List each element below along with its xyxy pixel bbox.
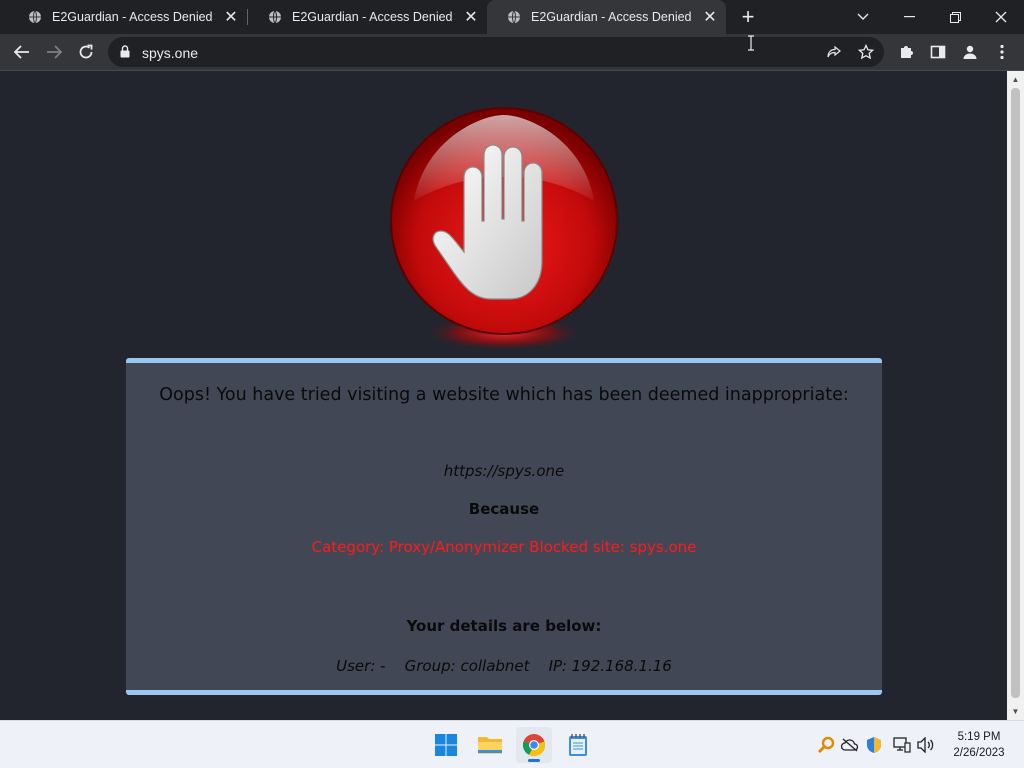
- chevron-down-icon: [857, 13, 869, 20]
- blocked-url: https://spys.one: [443, 462, 565, 480]
- globe-icon: [29, 10, 41, 24]
- network-tray-button[interactable]: [892, 735, 912, 755]
- browser-toolbar: spys.one: [0, 34, 1024, 71]
- search-magnifier-icon: [817, 736, 835, 754]
- bookmark-button[interactable]: [852, 38, 880, 66]
- extensions-button[interactable]: [892, 38, 920, 66]
- block-reason: Category: Proxy/Anonymizer Blocked site:…: [311, 538, 697, 556]
- volume-tray-button[interactable]: [916, 735, 936, 755]
- taskbar: 5:19 PM 2/26/2023: [0, 720, 1024, 768]
- notepad-icon: [569, 734, 587, 756]
- tab-2[interactable]: E2Guardian - Access Denied ✕: [248, 0, 487, 34]
- close-window-button[interactable]: [978, 0, 1024, 34]
- address-text[interactable]: spys.one: [142, 45, 198, 61]
- forward-arrow-icon: [47, 45, 62, 59]
- stop-hand-icon: [390, 107, 618, 351]
- chrome-icon: [522, 734, 546, 757]
- globe-icon: [269, 10, 281, 24]
- scroll-up-arrow-icon[interactable]: ▲: [1007, 71, 1024, 88]
- notepad-button[interactable]: [560, 727, 596, 763]
- denied-headline: Oops! You have tried visiting a website …: [159, 385, 849, 405]
- volume-icon: [917, 737, 934, 753]
- profile-icon: [963, 45, 977, 59]
- file-explorer-icon: [478, 737, 502, 754]
- lock-icon[interactable]: [120, 45, 130, 58]
- network-icon: [893, 737, 911, 753]
- close-icon: [995, 11, 1007, 23]
- clock-date: 2/26/2023: [953, 747, 1005, 759]
- text-cursor-icon: [748, 35, 754, 51]
- start-button[interactable]: [428, 727, 464, 763]
- forward-button[interactable]: [40, 38, 68, 66]
- side-panel-button[interactable]: [924, 38, 952, 66]
- back-arrow-icon: [14, 45, 29, 59]
- cloud-offline-icon: [841, 738, 859, 752]
- back-button[interactable]: [8, 38, 36, 66]
- close-tab-icon[interactable]: ✕: [221, 7, 241, 27]
- security-shield-icon: [867, 737, 881, 753]
- restore-icon: [949, 11, 961, 23]
- minimize-button[interactable]: [886, 0, 932, 34]
- globe-icon: [508, 10, 520, 24]
- security-tray-button[interactable]: [864, 735, 884, 755]
- search-tray-button[interactable]: [816, 735, 836, 755]
- tab-search-button[interactable]: [840, 0, 886, 34]
- tab-title: E2Guardian - Access Denied: [531, 10, 692, 24]
- tab-title: E2Guardian - Access Denied: [52, 10, 213, 24]
- details-title: Your details are below:: [406, 617, 602, 635]
- tab-strip: E2Guardian - Access Denied ✕ E2Guardian …: [0, 0, 1024, 34]
- access-denied-panel: Oops! You have tried visiting a website …: [126, 358, 882, 695]
- minimize-icon: [903, 16, 915, 18]
- windows-start-icon: [435, 734, 457, 756]
- because-label: Because: [468, 500, 540, 518]
- vertical-scrollbar[interactable]: ▲ ▼: [1007, 71, 1024, 720]
- reload-icon: [79, 44, 93, 59]
- kebab-menu-icon: [1000, 44, 1004, 60]
- page-viewport: Oops! You have tried visiting a website …: [0, 71, 1007, 720]
- profile-button[interactable]: [956, 38, 984, 66]
- star-icon: [858, 44, 874, 60]
- user-details: User: - Group: collabnet IP: 192.168.1.1…: [336, 657, 672, 675]
- scroll-down-arrow-icon[interactable]: ▼: [1007, 703, 1024, 720]
- side-panel-icon: [930, 45, 946, 59]
- tab-1[interactable]: E2Guardian - Access Denied ✕: [8, 0, 247, 34]
- share-button[interactable]: [820, 38, 848, 66]
- tab-3-active[interactable]: E2Guardian - Access Denied ✕: [487, 0, 726, 34]
- new-tab-button[interactable]: +: [736, 4, 760, 29]
- reload-button[interactable]: [72, 38, 100, 66]
- share-icon: [827, 45, 841, 58]
- close-tab-icon[interactable]: ✕: [700, 7, 720, 27]
- scroll-thumb[interactable]: [1011, 88, 1020, 698]
- close-tab-icon[interactable]: ✕: [461, 7, 481, 27]
- menu-button[interactable]: [988, 38, 1016, 66]
- tab-title: E2Guardian - Access Denied: [292, 10, 453, 24]
- puzzle-icon: [901, 46, 913, 58]
- active-app-indicator: [528, 759, 540, 762]
- chrome-taskbar-button[interactable]: [516, 727, 552, 763]
- address-bar[interactable]: spys.one: [108, 37, 884, 67]
- restore-button[interactable]: [932, 0, 978, 34]
- file-explorer-button[interactable]: [472, 727, 508, 763]
- clock-time: 5:19 PM: [957, 731, 1001, 743]
- system-clock[interactable]: 5:19 PM 2/26/2023: [944, 729, 1014, 761]
- onedrive-tray-button[interactable]: [840, 735, 860, 755]
